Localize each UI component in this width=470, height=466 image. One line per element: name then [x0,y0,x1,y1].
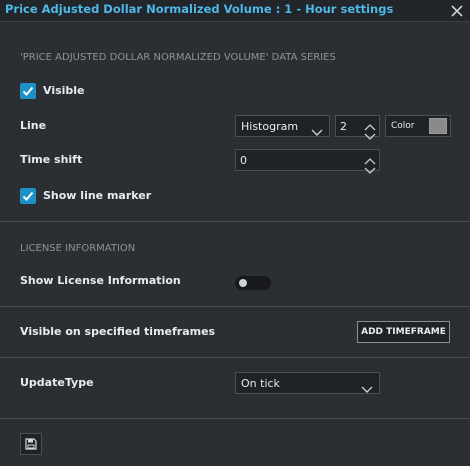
dialog-title: Price Adjusted Dollar Normalized Volume … [5,2,394,16]
color-label: Color [391,121,415,131]
title-bar: Price Adjusted Dollar Normalized Volume … [0,0,470,22]
line-width-input[interactable] [340,118,366,134]
color-swatch [429,118,447,134]
settings-dialog: Price Adjusted Dollar Normalized Volume … [0,0,470,466]
license-heading: LICENSE INFORMATION [20,243,136,254]
checkmark-icon [22,191,34,201]
timeframes-label: Visible on specified timeframes [20,325,216,338]
chevron-down-icon [361,379,373,398]
chevron-up-icon[interactable] [364,117,376,131]
section-divider [0,357,470,358]
time-shift-label: Time shift [20,153,83,166]
visible-label: Visible [43,84,85,97]
line-width-stepper[interactable] [335,115,380,140]
section-divider [0,221,470,222]
chevron-down-icon[interactable] [364,126,376,140]
checkmark-icon [22,86,34,96]
save-icon [25,438,37,450]
line-style-select[interactable]: Histogram [235,115,330,137]
line-style-value: Histogram [241,120,299,133]
section-divider [0,306,470,307]
show-license-toggle[interactable] [235,276,271,290]
show-line-marker-label: Show line marker [43,189,152,202]
show-license-label: Show License Information [20,274,181,287]
visible-checkbox[interactable] [20,83,36,99]
time-shift-stepper[interactable] [235,149,380,174]
chevron-down-icon [311,122,323,141]
toggle-knob [239,279,247,287]
data-series-heading: 'PRICE ADJUSTED DOLLAR NORMALIZED VOLUME… [20,52,336,63]
update-type-value: On tick [241,377,280,390]
show-line-marker-checkbox[interactable] [20,188,36,204]
line-label: Line [20,119,47,132]
time-shift-input[interactable] [240,152,326,168]
save-button[interactable] [20,433,42,455]
line-color-picker[interactable]: Color [385,115,451,137]
chevron-up-icon[interactable] [364,151,376,165]
update-type-select[interactable]: On tick [235,372,380,394]
update-type-label: UpdateType [20,376,94,389]
close-icon[interactable] [450,3,464,17]
chevron-down-icon[interactable] [364,160,376,174]
section-divider [0,418,470,419]
add-timeframe-button[interactable]: ADD TIMEFRAME [357,321,450,343]
